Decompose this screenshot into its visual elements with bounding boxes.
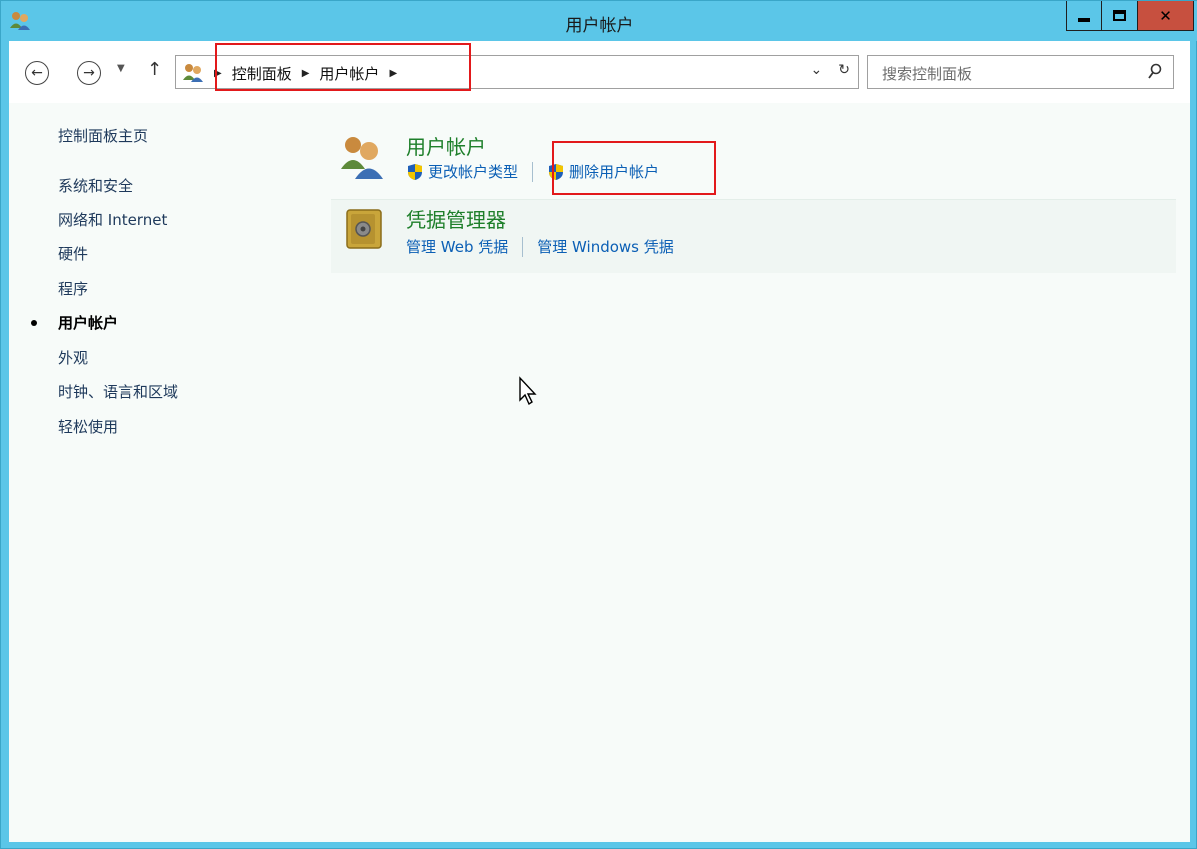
manage-windows-credentials-link[interactable]: 管理 Windows 凭据 [537, 236, 674, 257]
mouse-cursor-icon [519, 376, 537, 406]
sidebar-item-appearance[interactable]: 外观 [58, 347, 88, 368]
address-dropdown-icon[interactable]: ⌄ [811, 62, 823, 78]
sidebar-item-user-accounts[interactable]: 用户帐户 [58, 312, 118, 333]
close-icon: ✕ [1159, 6, 1172, 25]
change-account-type-label: 更改帐户类型 [428, 163, 519, 181]
manage-windows-credentials-label: 管理 Windows 凭据 [537, 238, 674, 256]
recent-locations-dropdown[interactable]: ▼ [117, 63, 125, 74]
maximize-icon [1113, 10, 1126, 21]
main-content: 控制面板主页 系统和安全 网络和 Internet 硬件 程序 用户帐户 外观 … [9, 103, 1190, 842]
link-divider [532, 161, 534, 182]
manage-web-credentials-link[interactable]: 管理 Web 凭据 [406, 236, 508, 257]
navigation-bar: ← → ▼ ↑ ▶ 控制面板 ▶ 用户帐户 ▶ ⌄ ↻ 搜索控制面板 [9, 41, 1190, 103]
search-icon[interactable] [1147, 63, 1163, 81]
sidebar-item-network[interactable]: 网络和 Internet [58, 209, 167, 230]
sidebar-item-ease-of-access[interactable]: 轻松使用 [58, 416, 118, 437]
annotation-highlight-delete-account [552, 141, 716, 195]
link-divider [522, 236, 524, 257]
sidebar-item-programs[interactable]: 程序 [58, 278, 88, 299]
back-button[interactable]: ← [25, 61, 49, 85]
minimize-button[interactable] [1066, 1, 1102, 31]
section-credential-manager: 凭据管理器 管理 Web 凭据 管理 Windows 凭据 [339, 206, 1176, 266]
sidebar-home-link[interactable]: 控制面板主页 [58, 125, 148, 146]
sidebar-item-hardware[interactable]: 硬件 [58, 243, 88, 264]
search-placeholder: 搜索控制面板 [882, 65, 973, 83]
forward-button[interactable]: → [77, 61, 101, 85]
address-bar-actions: ⌄ ↻ [811, 62, 850, 78]
annotation-highlight-breadcrumb [215, 43, 471, 91]
section-user-accounts: 用户帐户 更改帐户类型 删除用户帐户 [339, 133, 1176, 193]
maximize-button[interactable] [1102, 1, 1138, 31]
control-panel-window: 用户帐户 ✕ ← → ▼ ↑ ▶ 控制面板 ▶ 用户帐户 ▶ ⌄ ↻ 搜索控制面… [0, 0, 1197, 849]
section-title-credential-manager[interactable]: 凭据管理器 [406, 204, 506, 233]
up-button[interactable]: ↑ [147, 59, 162, 80]
window-controls: ✕ [1066, 1, 1194, 31]
vault-icon[interactable] [345, 208, 383, 250]
back-arrow-icon: ← [31, 65, 43, 81]
section-links: 管理 Web 凭据 管理 Windows 凭据 [406, 236, 674, 257]
change-account-type-link[interactable]: 更改帐户类型 [406, 161, 518, 182]
sidebar-item-system-security[interactable]: 系统和安全 [58, 175, 133, 196]
users-icon [183, 64, 203, 82]
manage-web-credentials-label: 管理 Web 凭据 [406, 238, 509, 256]
window-title: 用户帐户 [565, 16, 634, 36]
search-box[interactable]: 搜索控制面板 [867, 55, 1174, 89]
section-title-user-accounts[interactable]: 用户帐户 [406, 131, 486, 160]
refresh-icon[interactable]: ↻ [838, 62, 850, 78]
forward-arrow-icon: → [83, 65, 95, 81]
title-bar[interactable]: 用户帐户 ✕ [1, 1, 1197, 41]
close-button[interactable]: ✕ [1138, 1, 1194, 31]
active-bullet-icon [31, 320, 37, 326]
minimize-icon [1078, 17, 1090, 22]
sidebar-item-clock-language-region[interactable]: 时钟、语言和区域 [58, 381, 178, 402]
users-icon[interactable] [339, 133, 387, 181]
uac-shield-icon [408, 163, 422, 180]
